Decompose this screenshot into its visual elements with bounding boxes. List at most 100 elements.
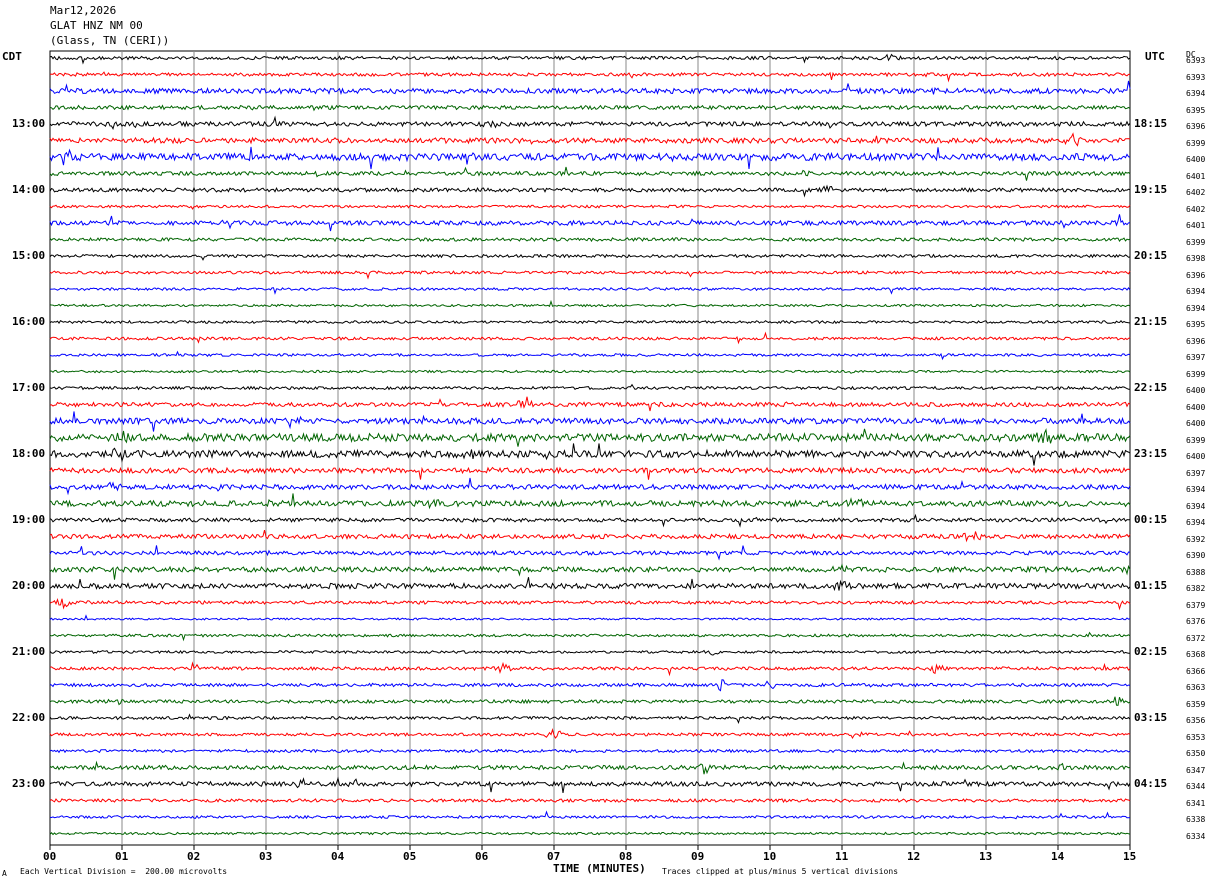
x-tick-label: 04 <box>331 850 345 863</box>
dc-offset-label: 6341 <box>1186 798 1206 808</box>
x-tick-label: 12 <box>907 850 921 863</box>
x-tick-label: 00 <box>43 850 57 863</box>
seismic-trace <box>49 661 1131 677</box>
dc-offset-label: 6395 <box>1186 105 1206 115</box>
right-hour-label: 02:15 <box>1134 645 1168 658</box>
dc-offset-label: 6372 <box>1186 633 1206 643</box>
plot-frame <box>49 50 1131 846</box>
x-tick-label: 15 <box>1123 850 1137 863</box>
dc-offset-label: 6402 <box>1186 188 1206 197</box>
dc-offset-label: 6396 <box>1186 336 1206 346</box>
dc-offset-label: 6366 <box>1186 666 1206 676</box>
right-hour-label: 19:15 <box>1134 183 1168 196</box>
dc-offset-label: 6356 <box>1186 716 1206 725</box>
right-hour-label: 01:15 <box>1134 579 1168 592</box>
right-hour-label: 04:15 <box>1134 777 1168 790</box>
x-tick-label: 05 <box>403 850 417 863</box>
dc-offset-label: 6399 <box>1186 369 1206 379</box>
seismic-trace <box>49 577 1131 592</box>
seismic-trace <box>49 331 1131 345</box>
seismic-trace <box>49 597 1131 611</box>
seismic-trace <box>49 614 1131 621</box>
left-hour-label: 19:00 <box>12 513 46 526</box>
left-hour-label: 20:00 <box>12 579 46 592</box>
dc-offset-label: 6379 <box>1186 600 1206 610</box>
dc-offset-label: 6394 <box>1186 501 1206 511</box>
dc-offset-label: 6394 <box>1186 287 1206 296</box>
dc-offset-label: 6401 <box>1186 221 1206 230</box>
dc-offset-label: 6344 <box>1186 782 1206 791</box>
dc-offset-label: 6396 <box>1186 122 1206 131</box>
dc-offset-label: 6399 <box>1186 435 1206 445</box>
seismic-trace <box>49 493 1131 510</box>
x-tick-label: 14 <box>1051 850 1065 863</box>
dc-offset-label: 6334 <box>1186 831 1206 841</box>
seismic-trace <box>49 529 1131 543</box>
dc-offset-label: 6347 <box>1186 765 1206 775</box>
seismic-trace <box>49 513 1130 528</box>
seismic-trace <box>49 53 1131 65</box>
x-tick-label: 11 <box>835 850 849 863</box>
dc-offset-label: 6397 <box>1186 468 1206 478</box>
seismic-trace <box>49 545 1131 561</box>
seismic-trace <box>49 71 1131 83</box>
dc-offset-label: 6353 <box>1186 732 1206 742</box>
seismic-trace <box>49 466 1131 480</box>
footer-marker: A <box>2 869 7 878</box>
right-hour-label: 00:15 <box>1134 513 1168 526</box>
seismic-trace <box>49 236 1131 243</box>
clip-note: Traces clipped at plus/minus 5 vertical … <box>662 867 899 876</box>
dc-offset-label: 6338 <box>1186 815 1206 824</box>
dc-offset-label: 6394 <box>1186 303 1206 313</box>
dc-offset-label: 6368 <box>1186 650 1206 659</box>
seismic-trace <box>49 80 1131 96</box>
seismic-trace <box>49 350 1131 361</box>
seismic-trace <box>49 443 1131 466</box>
seismic-trace <box>49 286 1131 295</box>
dc-offset-label: 6400 <box>1186 155 1206 164</box>
dc-offset-label: 6397 <box>1186 353 1206 362</box>
seismic-trace <box>49 299 1131 308</box>
seismic-trace <box>49 115 1131 130</box>
scale-note: Each Vertical Division = 200.00 microvol… <box>20 867 228 876</box>
seismic-trace <box>49 696 1131 706</box>
left-hour-label: 15:00 <box>12 249 46 262</box>
dc-offset-label: 6400 <box>1186 452 1206 461</box>
seismic-trace <box>49 270 1131 280</box>
seismic-trace <box>49 563 1131 580</box>
dc-offset-label: 6388 <box>1186 567 1206 577</box>
seismic-trace <box>49 214 1131 232</box>
seismic-trace <box>49 831 1131 836</box>
x-tick-label: 02 <box>187 850 201 863</box>
dc-offset-label: 6401 <box>1186 171 1206 181</box>
dc-offset-label: 6359 <box>1186 699 1206 709</box>
left-hour-label: 22:00 <box>12 711 46 724</box>
right-hour-label: 20:15 <box>1134 249 1168 262</box>
x-tick-label: 06 <box>475 850 489 863</box>
dc-offset-label: 6402 <box>1186 204 1206 214</box>
dc-offset-label: 6393 <box>1186 56 1206 65</box>
x-tick-label: 13 <box>979 850 993 863</box>
dc-offset-label: 6382 <box>1186 584 1206 593</box>
seismic-trace <box>49 427 1131 447</box>
seismic-trace <box>49 411 1131 432</box>
dc-offset-label: 6395 <box>1186 320 1206 329</box>
dc-offset-label: 6392 <box>1186 534 1206 544</box>
left-hour-label: 21:00 <box>12 645 46 658</box>
dc-offset-label: 6399 <box>1186 237 1206 247</box>
seismic-trace <box>49 146 1131 170</box>
dc-offset-label: 6398 <box>1186 254 1206 263</box>
dc-offset-label: 6376 <box>1186 617 1206 626</box>
dc-offset-label: 6400 <box>1186 386 1206 395</box>
seismic-trace <box>49 319 1131 325</box>
left-hour-label: 14:00 <box>12 183 46 196</box>
seismic-trace <box>49 713 1131 725</box>
left-hour-label: 18:00 <box>12 447 46 460</box>
dc-offset-label: 6396 <box>1186 270 1206 280</box>
seismic-trace <box>49 649 1130 656</box>
seismic-trace <box>49 396 1131 412</box>
dc-offset-label: 6394 <box>1186 518 1206 527</box>
right-hour-label: 23:15 <box>1134 447 1168 460</box>
seismic-trace <box>49 253 1131 261</box>
seismic-trace <box>49 797 1131 804</box>
